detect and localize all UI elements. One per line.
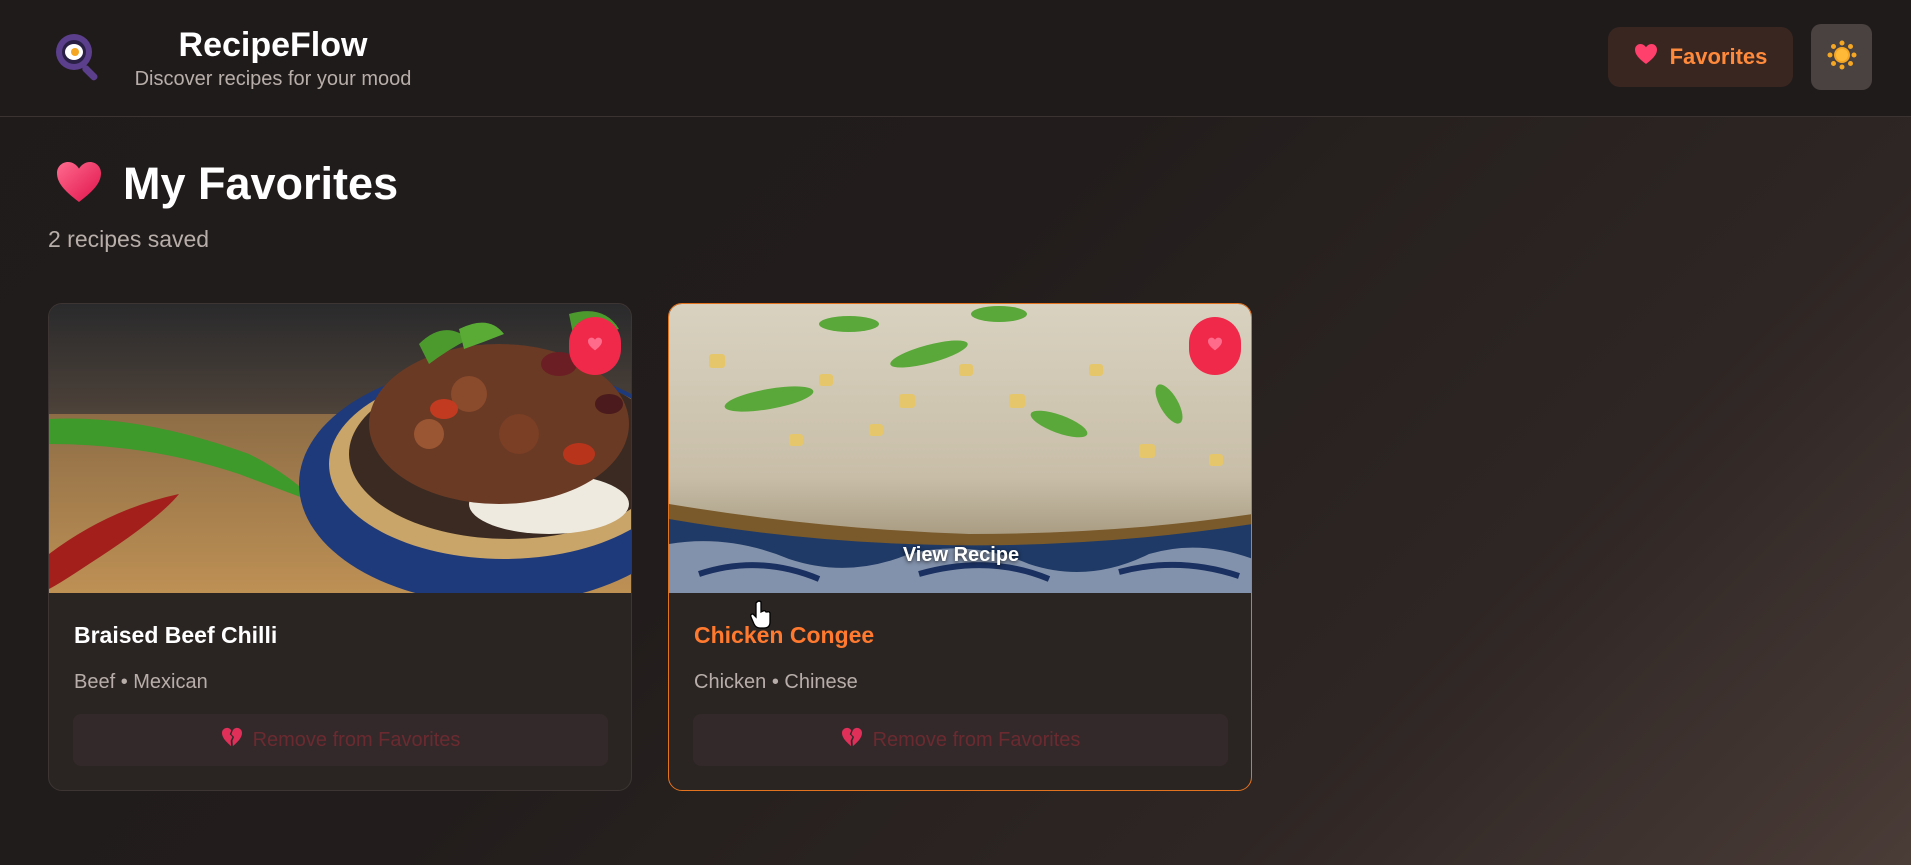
favorites-button[interactable]: Favorites <box>1608 27 1793 87</box>
remove-favorite-button[interactable]: Remove from Favorites <box>693 714 1228 766</box>
page-heading: My Favorites <box>55 158 398 210</box>
favorite-toggle-button[interactable] <box>569 317 621 375</box>
heart-icon <box>1634 43 1658 71</box>
recipe-card[interactable]: Braised Beef Chilli Beef • Mexican Remov… <box>48 303 632 791</box>
saved-count: 2 recipes saved <box>48 226 210 252</box>
recipe-meta: Beef • Mexican <box>74 671 208 693</box>
heart-icon <box>55 160 103 209</box>
recipe-card[interactable]: View Recipe Chicken Congee Chicken • Chi… <box>668 303 1252 791</box>
heart-icon <box>1207 337 1223 356</box>
brand-subtitle: Discover recipes for your mood <box>134 68 412 90</box>
favorite-toggle-button[interactable] <box>1189 317 1241 375</box>
broken-heart-icon <box>841 727 863 753</box>
sun-icon <box>1827 40 1857 75</box>
recipe-title[interactable]: Chicken Congee <box>694 622 874 649</box>
remove-favorite-button[interactable]: Remove from Favorites <box>73 714 608 766</box>
brand-title: RecipeFlow <box>178 26 368 64</box>
recipe-image[interactable]: View Recipe <box>669 304 1251 593</box>
view-recipe-overlay[interactable]: View Recipe <box>669 544 1251 567</box>
theme-toggle-button[interactable] <box>1811 24 1872 90</box>
recipe-image[interactable] <box>49 304 631 593</box>
heart-icon <box>587 337 603 356</box>
broken-heart-icon <box>221 727 243 753</box>
app-header: RecipeFlow Discover recipes for your moo… <box>0 0 1911 117</box>
page-title: My Favorites <box>123 158 399 209</box>
favorites-label: Favorites <box>1669 44 1768 69</box>
remove-favorite-label: Remove from Favorites <box>252 728 461 751</box>
frying-pan-egg-icon[interactable] <box>52 30 108 86</box>
remove-favorite-label: Remove from Favorites <box>872 728 1081 751</box>
recipe-meta: Chicken • Chinese <box>694 671 858 693</box>
brand: RecipeFlow Discover recipes for your moo… <box>128 24 418 92</box>
hand-cursor-icon <box>750 600 772 635</box>
recipe-title[interactable]: Braised Beef Chilli <box>74 622 277 649</box>
